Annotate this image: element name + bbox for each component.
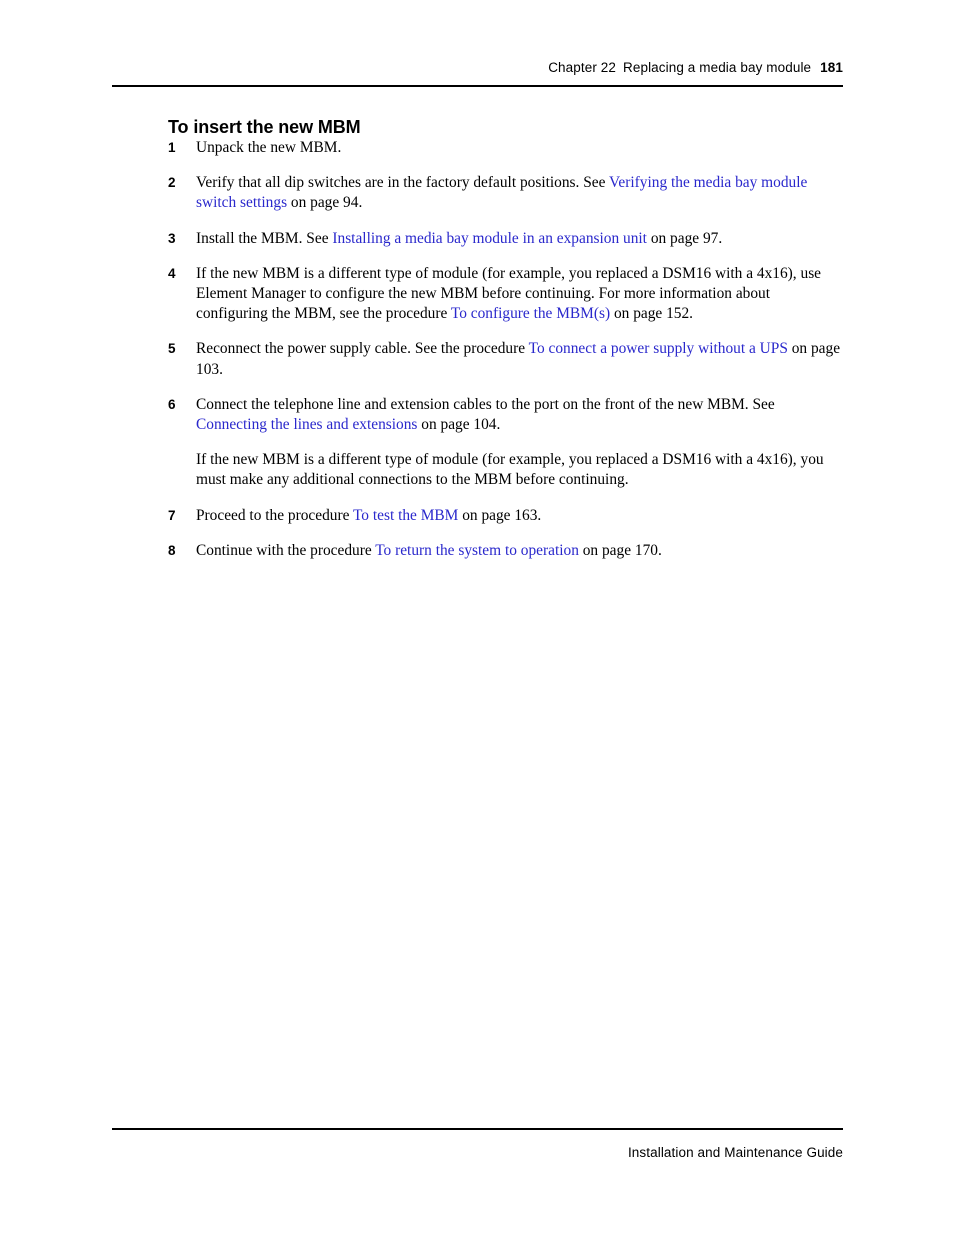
header-chapter-title: Replacing a media bay module bbox=[623, 60, 812, 75]
step-number: 4 bbox=[168, 265, 176, 281]
page-content: To insert the new MBM 1 Unpack the new MB… bbox=[168, 116, 843, 561]
step-body: Unpack the new MBM. bbox=[196, 138, 843, 158]
step-text: on page 152. bbox=[610, 305, 694, 323]
step-text: Reconnect the power supply cable. See th… bbox=[196, 340, 529, 358]
step-text: Connect the telephone line and extension… bbox=[196, 395, 775, 413]
cross-reference-link[interactable]: To configure the MBM(s) bbox=[451, 305, 610, 322]
step-text: Proceed to the procedure bbox=[196, 506, 353, 524]
step-text: on page 94. bbox=[287, 194, 363, 212]
step-body: If the new MBM is a different type of mo… bbox=[196, 264, 843, 325]
procedure-step: 4 If the new MBM is a different type of m… bbox=[168, 264, 843, 325]
procedure-step: 1 Unpack the new MBM. bbox=[168, 138, 843, 158]
procedure-step: 7 Proceed to the procedure To test the MB… bbox=[168, 506, 843, 526]
procedure-step-list: 1 Unpack the new MBM. 2 Verify that all dip… bbox=[168, 138, 843, 561]
procedure-step: 2 Verify that all dip switches are in the… bbox=[168, 173, 843, 213]
step-number: 8 bbox=[168, 542, 176, 558]
header-text: Chapter 22 Replacing a media bay module 18… bbox=[548, 60, 843, 76]
footer-guide-title: Installation and Maintenance Guide bbox=[627, 1145, 843, 1160]
cross-reference-link[interactable]: Installing a media bay module in an expa… bbox=[332, 230, 647, 247]
procedure-step: 8 Continue with the procedure To return t… bbox=[168, 541, 843, 561]
step-text: on page 170. bbox=[578, 541, 662, 559]
page-title: To insert the new MBM bbox=[168, 117, 361, 137]
step-body: Install the MBM. See Installing a media … bbox=[196, 229, 843, 249]
cross-reference-link[interactable]: Connecting the lines and extensions bbox=[196, 416, 417, 433]
step-text: Continue with the procedure bbox=[196, 541, 376, 559]
cross-reference-link[interactable]: To test the MBM bbox=[353, 507, 458, 524]
step-number: 7 bbox=[168, 507, 176, 523]
step-text: Verify that all dip switches are in the … bbox=[196, 174, 610, 192]
step-body: Verify that all dip switches are in the … bbox=[196, 173, 843, 213]
step-text: on page 104. bbox=[417, 416, 501, 434]
step-text: If the new MBM is a different type of mo… bbox=[196, 451, 824, 489]
cross-reference-link[interactable]: To return the system to operation bbox=[375, 542, 579, 559]
step-number: 1 bbox=[168, 140, 176, 155]
step-body: Connect the telephone line and extension… bbox=[196, 395, 843, 435]
step-number: 6 bbox=[168, 396, 176, 412]
cross-reference-link[interactable]: To connect a power supply without a UPS bbox=[529, 340, 788, 357]
header-page-number: 181 bbox=[820, 60, 843, 75]
step-number: 2 bbox=[168, 175, 176, 191]
step-text: Unpack the new MBM. bbox=[196, 139, 342, 156]
procedure-step: 3 Install the MBM. See Installing a media… bbox=[168, 229, 843, 249]
step-number: 5 bbox=[168, 341, 176, 357]
step-continuation-paragraph: If the new MBM is a different type of mo… bbox=[196, 450, 843, 490]
procedure-step: 5 Reconnect the power supply cable. See t… bbox=[168, 339, 843, 379]
footer-rule bbox=[112, 1128, 843, 1130]
step-body: Reconnect the power supply cable. See th… bbox=[196, 339, 843, 379]
step-body: Continue with the procedure To return th… bbox=[196, 541, 843, 561]
step-number: 3 bbox=[168, 230, 176, 246]
step-text: Install the MBM. See bbox=[196, 229, 333, 247]
document-page: Chapter 22 Replacing a media bay module 18… bbox=[0, 0, 954, 1235]
running-header: Chapter 22 Replacing a media bay module 18… bbox=[112, 60, 843, 88]
step-text: on page 163. bbox=[458, 506, 542, 524]
procedure-step: 6 Connect the telephone line and extensio… bbox=[168, 395, 843, 491]
step-text: on page 97. bbox=[646, 229, 723, 247]
header-rule bbox=[112, 85, 843, 87]
header-chapter-number: Chapter 22 bbox=[548, 60, 616, 75]
running-footer: Installation and Maintenance Guide bbox=[112, 1128, 843, 1168]
step-body: Proceed to the procedure To test the MBM… bbox=[196, 506, 843, 526]
